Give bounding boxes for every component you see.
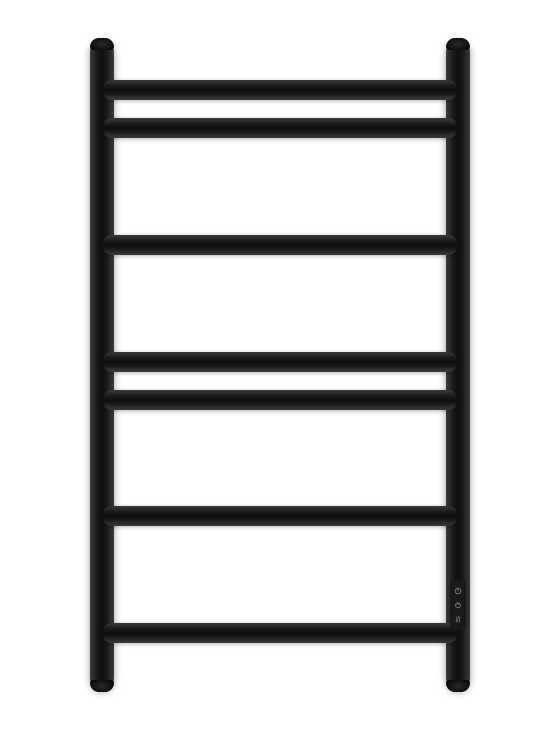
rail-cap xyxy=(90,680,114,692)
rail-cap xyxy=(90,38,114,50)
horizontal-rung xyxy=(102,118,458,138)
power-icon xyxy=(454,601,462,609)
horizontal-rung xyxy=(102,623,458,643)
horizontal-rung xyxy=(102,80,458,100)
heat-icon xyxy=(454,615,462,623)
horizontal-rung xyxy=(102,352,458,372)
towel-rail-product xyxy=(90,40,470,690)
temperature-controller xyxy=(450,580,466,630)
horizontal-rung xyxy=(102,506,458,526)
horizontal-rung xyxy=(102,390,458,410)
timer-icon xyxy=(454,587,462,595)
horizontal-rung xyxy=(102,235,458,255)
rail-cap xyxy=(446,680,470,692)
rail-cap xyxy=(446,38,470,50)
